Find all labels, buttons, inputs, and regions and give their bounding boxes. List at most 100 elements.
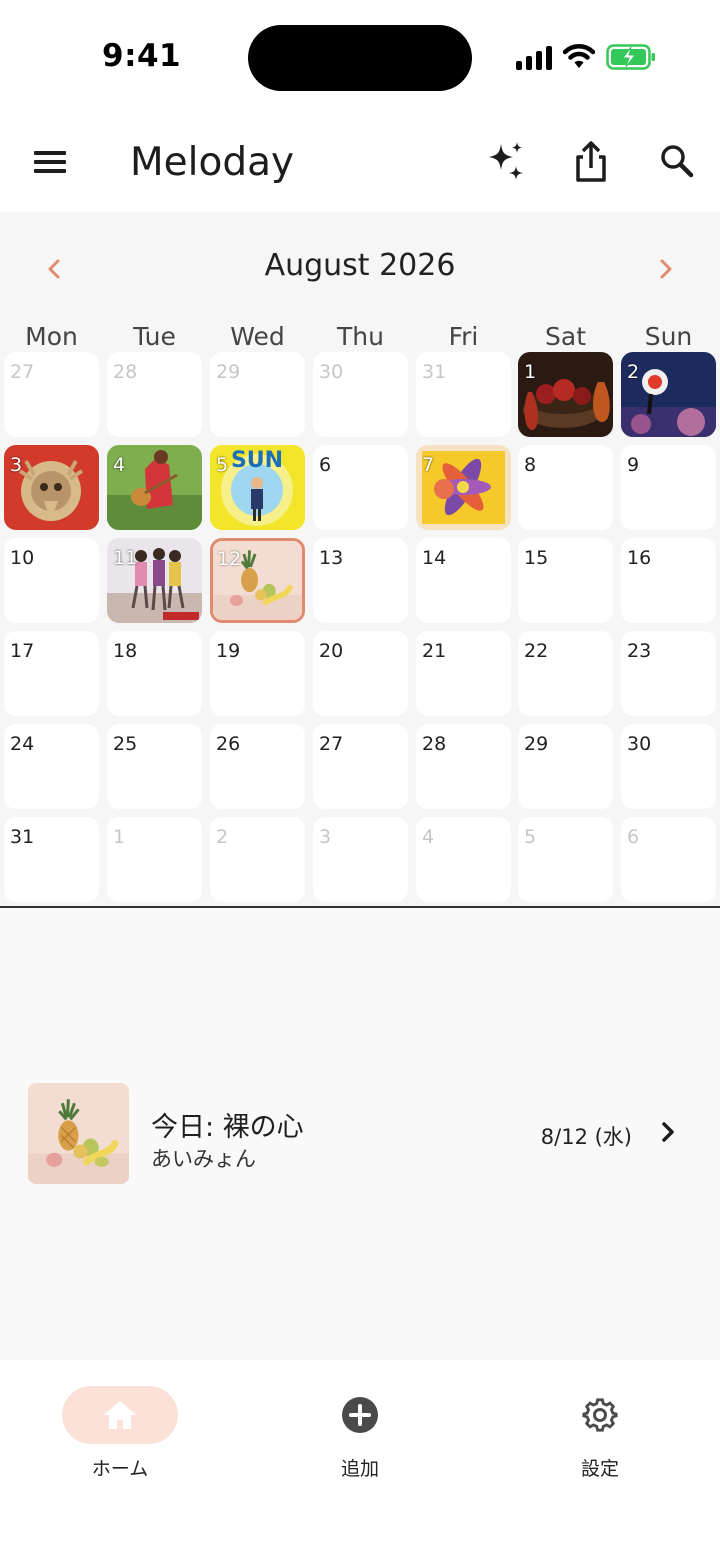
day-number: 19 — [216, 640, 241, 662]
nav-home[interactable]: ホーム — [60, 1386, 180, 1486]
today-song-date: 8/12 (水) — [540, 1125, 632, 1149]
day-number: 8 — [524, 454, 537, 476]
day-number: 4 — [113, 454, 126, 476]
day-number: 7 — [422, 454, 435, 476]
weekday-label: Mon — [25, 322, 78, 351]
today-song-title: 今日: 裸の心 — [151, 1112, 304, 1143]
status-bar: 9:41 — [0, 0, 720, 110]
bottom-navigation: ホーム 追加 設定 — [0, 1360, 720, 1565]
calendar-day[interactable]: 11 — [107, 538, 202, 623]
day-number: 3 — [10, 454, 23, 476]
calendar-day[interactable]: 29 — [518, 724, 613, 809]
day-number: 3 — [319, 826, 332, 848]
nav-settings-label: 設定 — [580, 1458, 619, 1480]
calendar-day[interactable]: 6 — [313, 445, 408, 530]
calendar-day[interactable]: 5 — [518, 817, 613, 902]
calendar-day[interactable]: 10 — [4, 538, 99, 623]
search-icon[interactable] — [654, 138, 700, 184]
calendar-day[interactable]: 31 — [416, 352, 511, 437]
day-number: 13 — [319, 547, 344, 569]
calendar-day[interactable]: 29 — [210, 352, 305, 437]
day-number: 28 — [113, 361, 138, 383]
calendar-day[interactable]: 31 — [4, 817, 99, 902]
calendar-day[interactable]: 2 — [210, 817, 305, 902]
weekday-label: Wed — [230, 322, 285, 351]
app-bar: Meloday — [0, 110, 720, 212]
calendar-day[interactable]: 22 — [518, 631, 613, 716]
calendar-day[interactable]: 8 — [518, 445, 613, 530]
day-number: 18 — [113, 640, 138, 662]
day-number: 31 — [422, 361, 447, 383]
day-number: 31 — [10, 826, 35, 848]
day-number: 4 — [422, 826, 435, 848]
day-number: 11 — [113, 547, 138, 569]
battery-charging-icon — [606, 44, 655, 70]
today-song-card[interactable]: 今日: 裸の心 あいみょん 8/12 (水) — [28, 1083, 692, 1187]
calendar-day[interactable]: 28 — [107, 352, 202, 437]
calendar-day[interactable]: 1 — [518, 352, 613, 437]
status-time: 9:41 — [102, 38, 182, 74]
calendar-day[interactable]: 15 — [518, 538, 613, 623]
sparkles-icon[interactable] — [483, 138, 529, 184]
day-number: 2 — [216, 826, 229, 848]
day-number: 9 — [627, 454, 640, 476]
day-number: 20 — [319, 640, 344, 662]
today-panel: 今日: 裸の心 あいみょん 8/12 (水) — [0, 908, 720, 1360]
calendar-day[interactable]: 9 — [621, 445, 716, 530]
calendar-day[interactable]: 14 — [416, 538, 511, 623]
day-number: 29 — [216, 361, 241, 383]
nav-add[interactable]: 追加 — [300, 1386, 420, 1486]
calendar-day-today[interactable]: 12 — [210, 538, 305, 623]
calendar-day[interactable]: 1 — [107, 817, 202, 902]
day-number: 5 — [524, 826, 537, 848]
calendar-day[interactable]: SUN 5 — [210, 445, 305, 530]
nav-add-label: 追加 — [340, 1458, 379, 1480]
calendar-day[interactable]: 28 — [416, 724, 511, 809]
calendar-day[interactable]: 13 — [313, 538, 408, 623]
share-icon[interactable] — [568, 138, 614, 184]
calendar-day[interactable]: 21 — [416, 631, 511, 716]
dynamic-island — [248, 25, 472, 91]
calendar-day[interactable]: 16 — [621, 538, 716, 623]
nav-home-label: ホーム — [91, 1458, 149, 1480]
calendar-day[interactable]: 27 — [313, 724, 408, 809]
next-month-button[interactable] — [648, 252, 682, 286]
day-number: 30 — [627, 733, 652, 755]
calendar-day[interactable]: 27 — [4, 352, 99, 437]
calendar-day[interactable]: 19 — [210, 631, 305, 716]
calendar-day[interactable]: 4 — [416, 817, 511, 902]
calendar-day[interactable]: 23 — [621, 631, 716, 716]
calendar-day[interactable]: 4 — [107, 445, 202, 530]
calendar-day[interactable]: 30 — [313, 352, 408, 437]
weekday-label: Tue — [133, 322, 176, 351]
wifi-icon — [563, 44, 595, 68]
calendar-day[interactable]: 2 — [621, 352, 716, 437]
day-number: 26 — [216, 733, 241, 755]
calendar-day[interactable]: 30 — [621, 724, 716, 809]
chevron-right-icon — [662, 1122, 674, 1142]
day-number: 28 — [422, 733, 447, 755]
nav-settings[interactable]: 設定 — [540, 1386, 660, 1486]
calendar-day[interactable]: 3 — [313, 817, 408, 902]
today-album-art — [28, 1083, 129, 1184]
calendar-day[interactable]: 26 — [210, 724, 305, 809]
day-number: 30 — [319, 361, 344, 383]
calendar-day[interactable]: 24 — [4, 724, 99, 809]
svg-text:SUN: SUN — [231, 448, 283, 473]
calendar-day[interactable]: 20 — [313, 631, 408, 716]
day-number: 21 — [422, 640, 447, 662]
calendar-day[interactable]: 7 — [416, 445, 511, 530]
calendar-day[interactable]: 25 — [107, 724, 202, 809]
month-title: August 2026 — [264, 248, 456, 283]
day-number: 17 — [10, 640, 35, 662]
day-number: 22 — [524, 640, 549, 662]
calendar-day[interactable]: 6 — [621, 817, 716, 902]
weekday-label: Thu — [337, 322, 384, 351]
calendar-day[interactable]: 17 — [4, 631, 99, 716]
menu-button[interactable] — [28, 142, 72, 182]
calendar-day[interactable]: 18 — [107, 631, 202, 716]
day-number: 6 — [627, 826, 640, 848]
gear-icon — [582, 1398, 618, 1432]
day-number: 16 — [627, 547, 652, 569]
calendar-day[interactable]: 3 — [4, 445, 99, 530]
